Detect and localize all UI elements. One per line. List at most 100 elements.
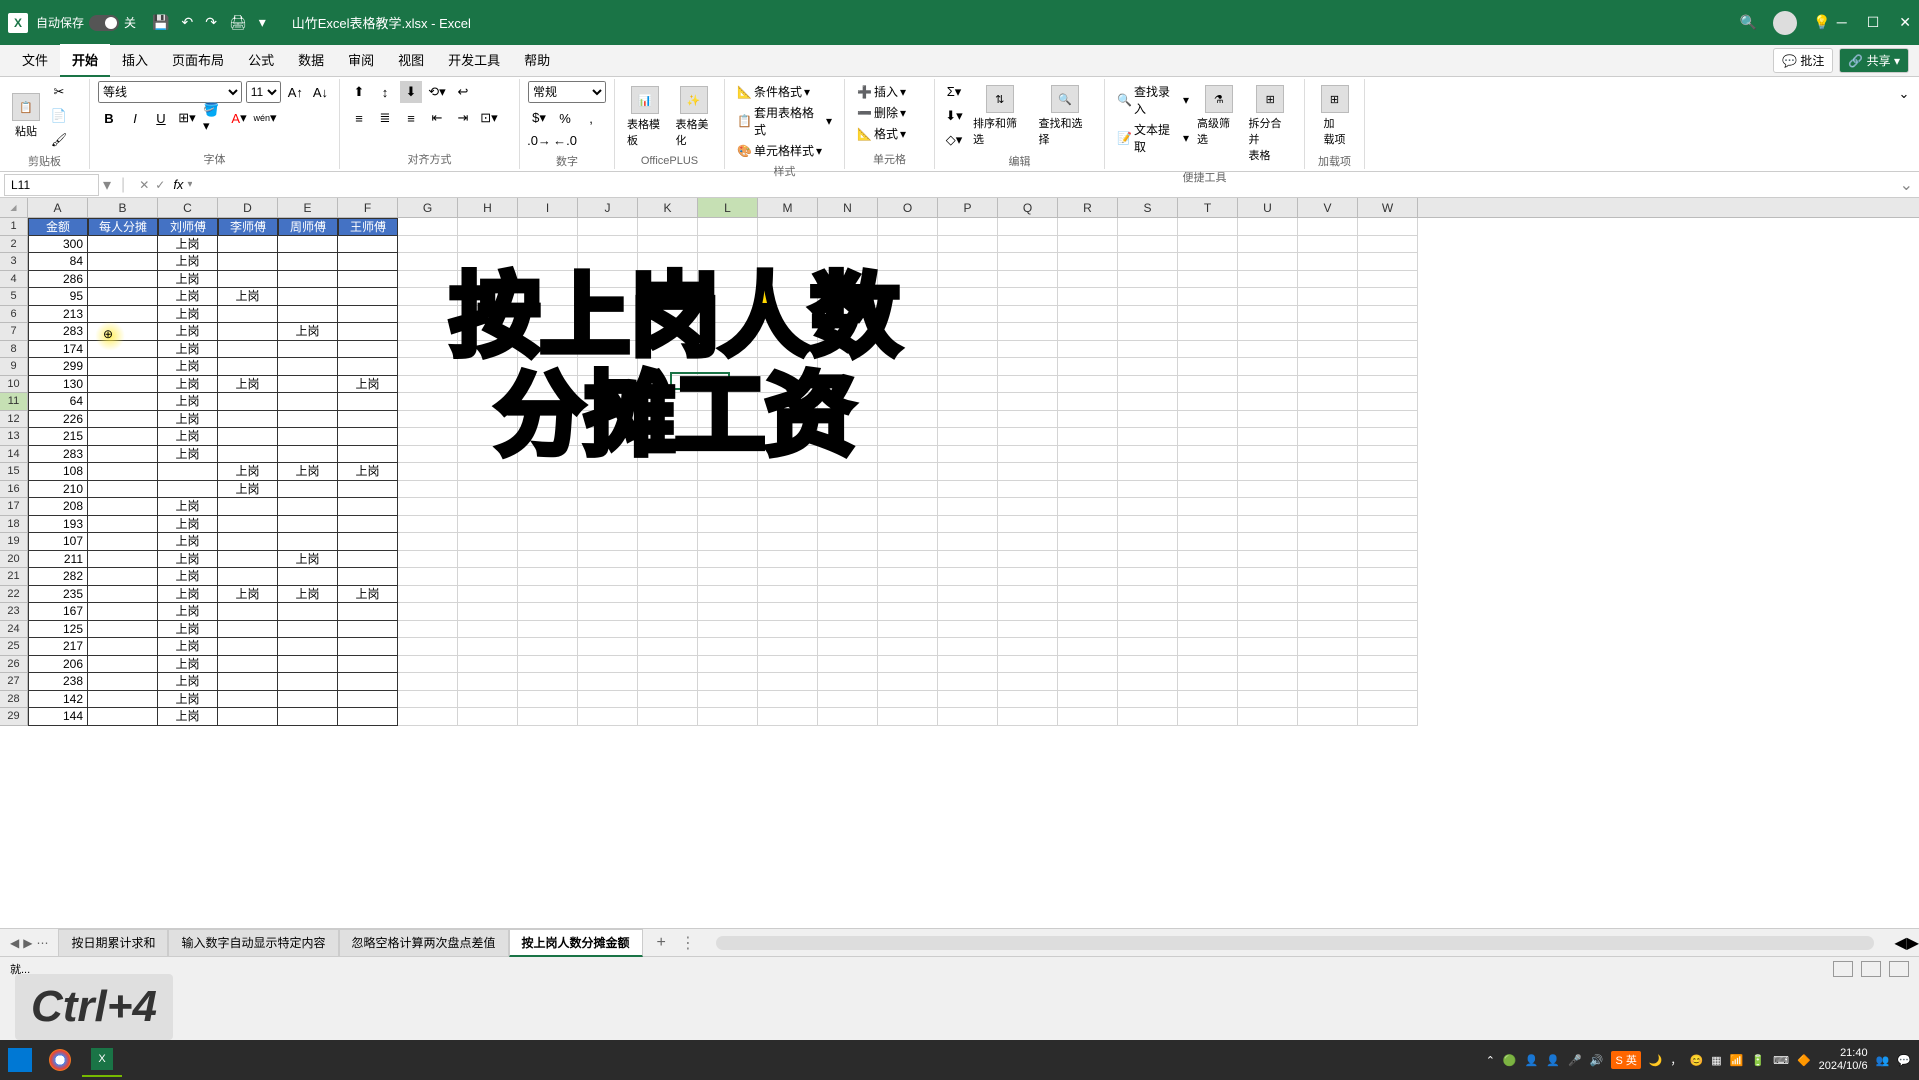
align-right-icon[interactable]: ≡ xyxy=(400,107,422,129)
cell[interactable] xyxy=(518,568,578,586)
cell[interactable] xyxy=(398,586,458,604)
cell[interactable] xyxy=(1298,708,1358,726)
cell[interactable] xyxy=(1238,376,1298,394)
cell[interactable] xyxy=(1358,603,1418,621)
cell[interactable] xyxy=(1118,236,1178,254)
search-icon[interactable]: 🔍 xyxy=(1740,14,1757,31)
cell[interactable] xyxy=(938,586,998,604)
cell[interactable] xyxy=(638,673,698,691)
cell[interactable] xyxy=(218,358,278,376)
cell[interactable] xyxy=(398,621,458,639)
cell[interactable] xyxy=(698,481,758,499)
tray-wifi-icon[interactable]: 📶 xyxy=(1730,1054,1744,1067)
cell[interactable] xyxy=(998,323,1058,341)
cell[interactable] xyxy=(1058,236,1118,254)
cell[interactable] xyxy=(218,236,278,254)
cell[interactable] xyxy=(278,253,338,271)
cell[interactable] xyxy=(998,656,1058,674)
cell[interactable] xyxy=(638,638,698,656)
excel-taskbar-icon[interactable]: X xyxy=(82,1043,122,1077)
cell[interactable] xyxy=(818,621,878,639)
cell[interactable]: 上岗 xyxy=(158,708,218,726)
cell[interactable] xyxy=(1298,393,1358,411)
row-header[interactable]: 16 xyxy=(0,481,28,499)
cell[interactable] xyxy=(1178,463,1238,481)
cell[interactable] xyxy=(938,498,998,516)
column-header[interactable]: E xyxy=(278,198,338,217)
cell[interactable] xyxy=(578,218,638,236)
cell[interactable] xyxy=(638,586,698,604)
cell[interactable] xyxy=(1118,446,1178,464)
cell[interactable] xyxy=(1058,253,1118,271)
cell[interactable] xyxy=(338,411,398,429)
cell[interactable] xyxy=(1178,568,1238,586)
cell[interactable] xyxy=(818,481,878,499)
cell[interactable] xyxy=(938,638,998,656)
cell[interactable] xyxy=(1178,638,1238,656)
cell[interactable] xyxy=(638,691,698,709)
cell[interactable]: 107 xyxy=(28,533,88,551)
sheet-tab[interactable]: 忽略空格计算两次盘点差值 xyxy=(339,929,509,957)
cell[interactable] xyxy=(878,638,938,656)
cell[interactable] xyxy=(338,323,398,341)
cell[interactable] xyxy=(398,463,458,481)
cell[interactable] xyxy=(1358,376,1418,394)
cell[interactable] xyxy=(1298,271,1358,289)
cell[interactable] xyxy=(518,656,578,674)
cell[interactable] xyxy=(1358,621,1418,639)
cell[interactable] xyxy=(818,656,878,674)
row-header[interactable]: 22 xyxy=(0,586,28,604)
cell[interactable] xyxy=(998,446,1058,464)
menu-tab-5[interactable]: 数据 xyxy=(286,44,336,77)
increase-indent-icon[interactable]: ⇥ xyxy=(452,107,474,129)
column-header[interactable]: V xyxy=(1298,198,1358,217)
cell[interactable]: 108 xyxy=(28,463,88,481)
cell[interactable] xyxy=(518,673,578,691)
cell[interactable]: 上岗 xyxy=(158,253,218,271)
cell[interactable] xyxy=(638,656,698,674)
cell[interactable] xyxy=(218,708,278,726)
cell[interactable] xyxy=(458,236,518,254)
column-header[interactable]: R xyxy=(1058,198,1118,217)
cell[interactable] xyxy=(1238,393,1298,411)
column-header[interactable]: O xyxy=(878,198,938,217)
cell[interactable] xyxy=(758,568,818,586)
cell[interactable]: 上岗 xyxy=(338,376,398,394)
cell[interactable]: 上岗 xyxy=(278,463,338,481)
cell[interactable]: 周师傅 xyxy=(278,218,338,236)
adv-filter-button[interactable]: ⚗高级筛选 xyxy=(1193,81,1244,167)
cell[interactable] xyxy=(1238,236,1298,254)
row-header[interactable]: 15 xyxy=(0,463,28,481)
cell[interactable] xyxy=(1118,691,1178,709)
cell[interactable] xyxy=(338,271,398,289)
close-button[interactable]: ✕ xyxy=(1899,14,1911,31)
cell[interactable] xyxy=(1058,673,1118,691)
cell[interactable] xyxy=(998,271,1058,289)
row-header[interactable]: 26 xyxy=(0,656,28,674)
cell[interactable] xyxy=(338,341,398,359)
cell[interactable] xyxy=(278,446,338,464)
cell[interactable] xyxy=(1118,603,1178,621)
cell[interactable] xyxy=(1238,463,1298,481)
cell[interactable] xyxy=(1118,498,1178,516)
cell[interactable] xyxy=(398,218,458,236)
cell[interactable] xyxy=(158,463,218,481)
cell[interactable] xyxy=(1058,533,1118,551)
cell[interactable] xyxy=(938,603,998,621)
conditional-format-button[interactable]: 📐 条件格式 ▾ xyxy=(733,81,836,102)
cell[interactable] xyxy=(1358,498,1418,516)
cell[interactable] xyxy=(818,218,878,236)
cell[interactable] xyxy=(1178,446,1238,464)
cell[interactable] xyxy=(278,358,338,376)
cell[interactable] xyxy=(1178,253,1238,271)
cell[interactable] xyxy=(218,656,278,674)
cell[interactable] xyxy=(1118,551,1178,569)
cell[interactable] xyxy=(878,236,938,254)
cell[interactable] xyxy=(938,288,998,306)
column-header[interactable]: T xyxy=(1178,198,1238,217)
name-box[interactable] xyxy=(4,174,99,196)
menu-tab-0[interactable]: 文件 xyxy=(10,44,60,77)
cell[interactable]: 李师傅 xyxy=(218,218,278,236)
cell[interactable] xyxy=(1238,691,1298,709)
tray-keyboard-icon[interactable]: ⌨ xyxy=(1773,1054,1789,1067)
